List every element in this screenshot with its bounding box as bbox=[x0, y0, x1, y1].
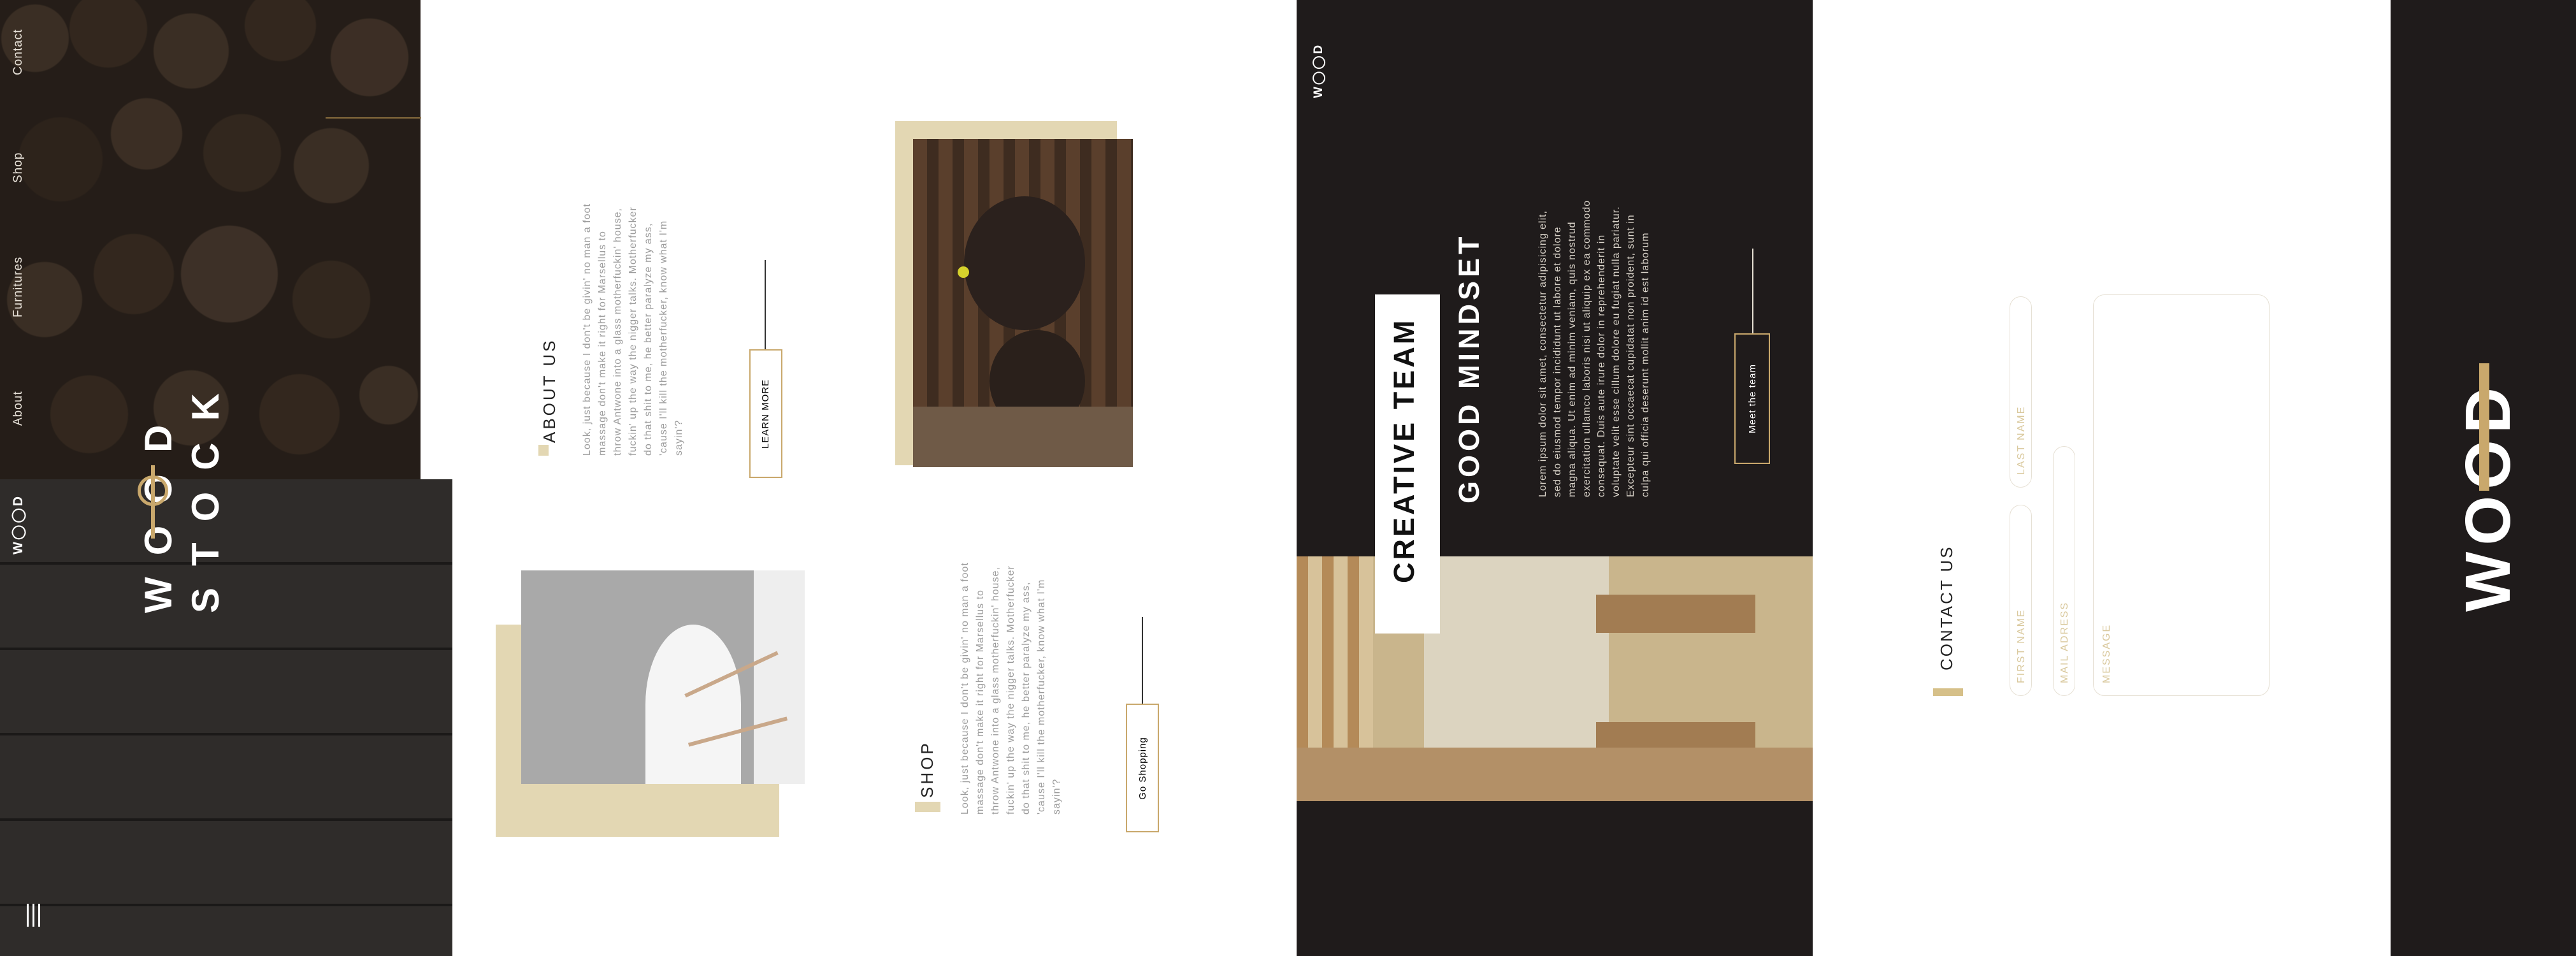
nav-contact[interactable]: Contact bbox=[11, 29, 25, 75]
nav-about[interactable]: About bbox=[11, 391, 25, 426]
shop-text: Look, just because I don't be givin' no … bbox=[960, 562, 1062, 815]
team-subtitle: GOOD MINDSET bbox=[1453, 233, 1485, 503]
learn-more-button[interactable]: LEARN MORE bbox=[749, 349, 782, 478]
contact-title: CONTACT US bbox=[1937, 545, 1956, 670]
shop-chair-photo bbox=[521, 570, 805, 784]
shop-connector-line bbox=[1142, 617, 1143, 705]
about-bar-photo bbox=[913, 139, 1133, 467]
message-placeholder: MESSAGE bbox=[2101, 623, 2112, 683]
mail-address-placeholder: MAIL ADRESS bbox=[2059, 601, 2070, 683]
go-shopping-button[interactable]: Go Shopping bbox=[1126, 704, 1159, 832]
team-title: CREATIVE TEAM bbox=[1388, 317, 1420, 583]
contact-title-accent bbox=[1933, 688, 1963, 696]
team-office-photo bbox=[1297, 556, 1813, 801]
about-title: ABOUT US bbox=[540, 338, 559, 443]
about-text: Look, just because I don't be givin' no … bbox=[582, 203, 684, 456]
hero-accent-line bbox=[326, 117, 421, 119]
shop-title-accent bbox=[915, 802, 940, 812]
sidebar-logo[interactable]: W◯◯D bbox=[10, 495, 26, 554]
meet-the-team-button[interactable]: Meet the team bbox=[1734, 333, 1770, 464]
team-logo[interactable]: W◯◯D bbox=[1311, 43, 1326, 98]
last-name-placeholder: LAST NAME bbox=[2016, 405, 2027, 475]
team-connector-line bbox=[1752, 249, 1753, 335]
team-text: Lorem ipsum dolor sit amet, consectetur … bbox=[1537, 199, 1651, 497]
message-field[interactable] bbox=[2093, 294, 2270, 696]
hero-title-stock: STOCK bbox=[184, 372, 227, 613]
footer-logo-bar-icon bbox=[2479, 363, 2489, 491]
hero-logo-bar-icon bbox=[151, 465, 155, 539]
about-connector-line bbox=[765, 260, 766, 351]
nav-shop[interactable]: Shop bbox=[11, 152, 25, 183]
menu-icon[interactable] bbox=[27, 904, 40, 927]
shop-title: SHOP bbox=[917, 741, 937, 798]
hero-title-wood: WOOD bbox=[137, 403, 180, 613]
first-name-placeholder: FIRST NAME bbox=[2016, 609, 2027, 683]
nav-furnitures[interactable]: Furnitures bbox=[11, 256, 25, 317]
about-title-accent bbox=[538, 445, 549, 456]
